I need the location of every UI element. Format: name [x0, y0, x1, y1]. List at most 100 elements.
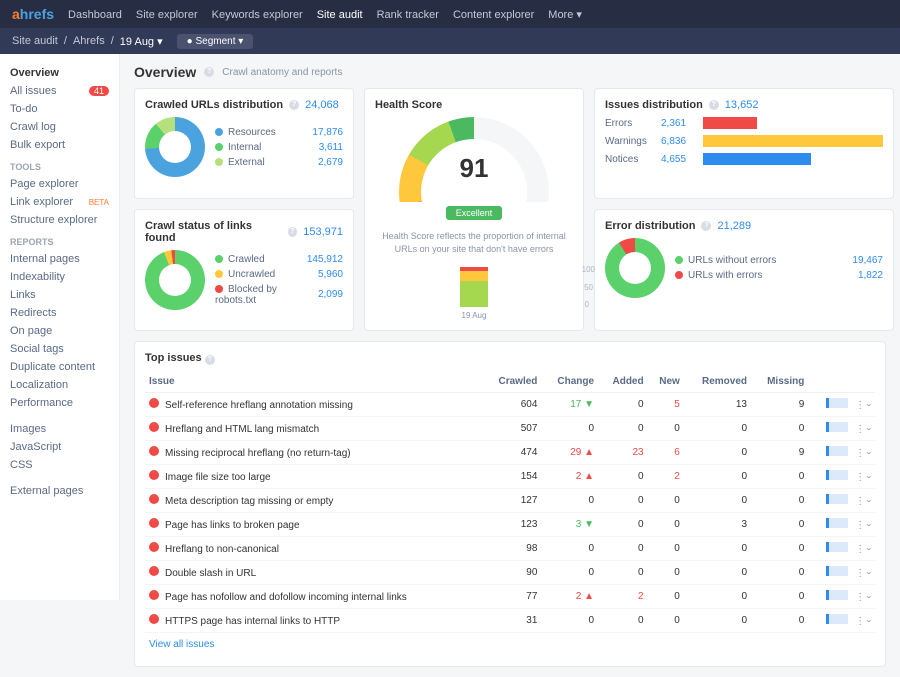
legend-row[interactable]: URLs without errors19,467: [675, 253, 883, 268]
legend-row[interactable]: Crawled145,912: [215, 252, 343, 267]
chevron-down-icon[interactable]: ›: [865, 524, 875, 527]
table-row[interactable]: Image file size too large1542 ▲0200 ⋮ ›: [145, 465, 875, 489]
info-icon[interactable]: ?: [709, 100, 719, 110]
legend-row[interactable]: URLs with errors1,822: [675, 268, 883, 283]
error-icon: [149, 398, 159, 408]
sidebar-item-bulk-export[interactable]: Bulk export: [0, 136, 119, 154]
chevron-down-icon[interactable]: ›: [865, 476, 875, 479]
crumb-project[interactable]: Ahrefs: [73, 35, 105, 47]
table-row[interactable]: Page has links to broken page1233 ▼0030 …: [145, 513, 875, 537]
info-icon[interactable]: ?: [205, 355, 215, 365]
chevron-down-icon[interactable]: ›: [865, 596, 875, 599]
info-icon[interactable]: ?: [288, 227, 298, 237]
nav-item-site-audit[interactable]: Site audit: [317, 9, 363, 21]
card-issues-distribution: Issues distribution ? 13,652 Errors2,361…: [594, 88, 894, 199]
sidebar-item-link-explorer[interactable]: Link explorerBETA: [0, 193, 119, 211]
health-badge: Excellent: [446, 206, 503, 220]
sidebar-item-crawl-log[interactable]: Crawl log: [0, 118, 119, 136]
col-header[interactable]: [808, 371, 875, 393]
nav-item-site-explorer[interactable]: Site explorer: [136, 9, 198, 21]
col-header[interactable]: Added: [598, 371, 648, 393]
sidebar-item-structure-explorer[interactable]: Structure explorer: [0, 211, 119, 229]
table-row[interactable]: Page has nofollow and dofollow incoming …: [145, 585, 875, 609]
sidebar-item-overview[interactable]: Overview: [0, 64, 119, 82]
sidebar-item-localization[interactable]: Localization: [0, 376, 119, 394]
col-header[interactable]: Removed: [684, 371, 751, 393]
sidebar-item-internal-pages[interactable]: Internal pages: [0, 250, 119, 268]
legend-row[interactable]: Resources17,876: [215, 125, 343, 140]
table-row[interactable]: Double slash in URL9000000 ⋮ ›: [145, 561, 875, 585]
info-icon[interactable]: ?: [701, 221, 711, 231]
nav-item-content-explorer[interactable]: Content explorer: [453, 9, 534, 21]
card-health-score: Health Score 91 Excellent Health Score r…: [364, 88, 584, 331]
sidebar-item-redirects[interactable]: Redirects: [0, 304, 119, 322]
top-issues-table: IssueCrawledChangeAddedNewRemovedMissing…: [145, 371, 875, 633]
table-row[interactable]: Meta description tag missing or empty127…: [145, 489, 875, 513]
sparkline: [826, 614, 848, 624]
chevron-down-icon[interactable]: ›: [865, 572, 875, 575]
sidebar-item-duplicate-content[interactable]: Duplicate content: [0, 358, 119, 376]
card-crawled-urls: Crawled URLs distribution ? 24,068 Resou…: [134, 88, 354, 199]
health-score-value: 91: [399, 153, 549, 184]
segment-selector[interactable]: ● Segment ▾: [177, 34, 254, 49]
info-icon[interactable]: ?: [204, 67, 214, 77]
legend-row[interactable]: Uncrawled5,960: [215, 267, 343, 282]
bar-item[interactable]: Warnings6,836: [605, 135, 883, 147]
view-all-issues-link[interactable]: View all issues: [145, 633, 218, 656]
nav-item-more-[interactable]: More ▾: [548, 9, 582, 21]
donut-error-dist: [605, 238, 665, 298]
chevron-down-icon[interactable]: ›: [865, 428, 875, 431]
sidebar-item-all-issues[interactable]: All issues41: [0, 82, 119, 100]
sidebar-item-performance[interactable]: Performance: [0, 394, 119, 412]
sidebar-item-social-tags[interactable]: Social tags: [0, 340, 119, 358]
sidebar-item-external-pages[interactable]: External pages: [0, 482, 119, 500]
sidebar: OverviewAll issues41To-doCrawl logBulk e…: [0, 54, 120, 600]
col-header[interactable]: Missing: [751, 371, 808, 393]
table-row[interactable]: Hreflang and HTML lang mismatch50700000 …: [145, 417, 875, 441]
sparkline: [826, 542, 848, 552]
col-header[interactable]: Change: [541, 371, 598, 393]
logo[interactable]: ahrefs: [12, 6, 54, 22]
table-row[interactable]: HTTPS page has internal links to HTTP310…: [145, 609, 875, 633]
legend-row[interactable]: Blocked by robots.txt2,099: [215, 282, 343, 308]
col-header[interactable]: Issue: [145, 371, 482, 393]
top-nav: ahrefs Dashboard Site explorer Keywords ex…: [0, 0, 900, 28]
legend-row[interactable]: Internal3,611: [215, 140, 343, 155]
error-icon: [149, 566, 159, 576]
nav-item-keywords-explorer[interactable]: Keywords explorer: [212, 9, 303, 21]
sparkline: [826, 566, 848, 576]
card-error-distribution: Error distribution ? 21,289 URLs without…: [594, 209, 894, 332]
sparkline: [826, 470, 848, 480]
sidebar-item-css[interactable]: CSS: [0, 456, 119, 474]
chevron-down-icon[interactable]: ›: [865, 452, 875, 455]
chevron-down-icon[interactable]: ›: [865, 500, 875, 503]
table-row[interactable]: Missing reciprocal hreflang (no return-t…: [145, 441, 875, 465]
col-header[interactable]: Crawled: [482, 371, 541, 393]
error-icon: [149, 614, 159, 624]
sidebar-item-to-do[interactable]: To-do: [0, 100, 119, 118]
col-header[interactable]: New: [648, 371, 684, 393]
crumb-date[interactable]: 19 Aug ▾: [120, 35, 163, 48]
health-history-bar: 100 50 0: [375, 267, 573, 307]
page-title: Overview ? Crawl anatomy and reports: [134, 64, 886, 80]
crumb-site-audit[interactable]: Site audit: [12, 35, 58, 47]
info-icon[interactable]: ?: [289, 100, 299, 110]
sidebar-item-on-page[interactable]: On page: [0, 322, 119, 340]
chevron-down-icon[interactable]: ›: [865, 548, 875, 551]
nav-item-rank-tracker[interactable]: Rank tracker: [377, 9, 439, 21]
nav-item-dashboard[interactable]: Dashboard: [68, 9, 122, 21]
sidebar-head-tools: TOOLS: [0, 154, 119, 175]
table-row[interactable]: Hreflang to non-canonical9800000 ⋮ ›: [145, 537, 875, 561]
bar-item[interactable]: Errors2,361: [605, 117, 883, 129]
sidebar-item-links[interactable]: Links: [0, 286, 119, 304]
chevron-down-icon[interactable]: ›: [865, 404, 875, 407]
sidebar-item-indexability[interactable]: Indexability: [0, 268, 119, 286]
legend-row[interactable]: External2,679: [215, 155, 343, 170]
donut-crawl-status: [145, 250, 205, 310]
sidebar-item-page-explorer[interactable]: Page explorer: [0, 175, 119, 193]
table-row[interactable]: Self-reference hreflang annotation missi…: [145, 393, 875, 417]
chevron-down-icon[interactable]: ›: [865, 620, 875, 623]
bar-item[interactable]: Notices4,655: [605, 153, 883, 165]
sidebar-item-javascript[interactable]: JavaScript: [0, 438, 119, 456]
sidebar-item-images[interactable]: Images: [0, 420, 119, 438]
